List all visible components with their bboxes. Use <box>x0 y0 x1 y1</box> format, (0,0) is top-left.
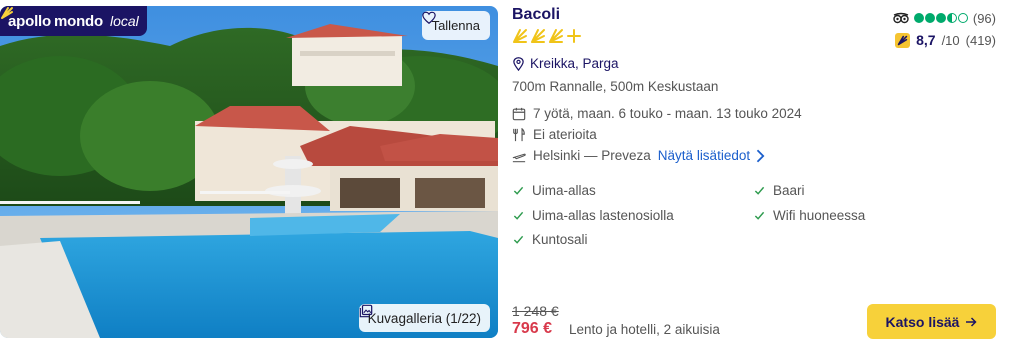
chevron-right-icon <box>756 149 765 162</box>
show-details-label: Näytä lisätiedot <box>657 148 751 163</box>
amenity-item: Kuntosali <box>513 232 588 247</box>
bubble-full-icon <box>913 13 924 23</box>
cutlery-icon <box>513 127 525 141</box>
trip-flight: Helsinki — Preveza Näytä lisätiedot <box>512 148 767 163</box>
check-icon <box>513 235 524 244</box>
calendar-icon <box>512 107 526 120</box>
check-icon <box>513 211 524 220</box>
check-icon <box>754 211 765 220</box>
bubble-full-icon <box>935 13 946 23</box>
trip-dates-label: 7 yötä, maan. 6 touko - maan. 13 touko 2… <box>533 106 802 121</box>
hotel-location: Kreikka, Parga <box>512 56 619 71</box>
apollo-sun-logo-icon <box>1 7 13 19</box>
guest-score-scale: /10 <box>941 32 960 48</box>
amenity-item: Uima-allas <box>513 183 596 198</box>
guest-score-value: 8,7 <box>916 32 936 48</box>
check-icon <box>754 186 765 195</box>
arrow-right-icon <box>966 316 978 327</box>
brand-badge: apollo mondo local <box>0 6 147 36</box>
brand-local: local <box>109 13 139 29</box>
trip-dates: 7 yötä, maan. 6 touko - maan. 13 touko 2… <box>512 106 802 121</box>
hotel-location-label: Kreikka, Parga <box>530 56 619 71</box>
tripadvisor-rating[interactable]: (96) <box>893 9 996 27</box>
apollo-score-icon <box>895 32 911 48</box>
check-icon <box>513 186 524 195</box>
tripadvisor-count: (96) <box>972 10 996 26</box>
amenity-label: Kuntosali <box>532 232 588 247</box>
tripadvisor-bubbles <box>913 13 968 23</box>
see-more-label: Katso lisää <box>885 313 960 330</box>
bubble-empty-icon <box>957 13 968 23</box>
brand-mondo: mondo <box>53 12 103 30</box>
current-price: 796 € <box>512 320 553 337</box>
hotel-photo-image <box>0 6 498 338</box>
gallery-icon <box>359 304 372 318</box>
star-icon <box>549 29 563 43</box>
save-button[interactable]: Tallenna <box>421 11 490 40</box>
trip-flight-label: Helsinki — Preveza <box>533 148 651 163</box>
amenity-label: Baari <box>773 183 805 198</box>
save-button-label: Tallenna <box>431 18 480 33</box>
hotel-card: apollo mondo local Tallenna Kuvagalleria… <box>0 0 1024 363</box>
plane-icon <box>512 153 526 162</box>
heart-icon <box>421 11 436 25</box>
bubble-half-icon <box>946 13 957 23</box>
tripadvisor-owl-icon <box>893 12 909 24</box>
hotel-photo[interactable]: apollo mondo local Tallenna Kuvagalleria… <box>0 6 498 338</box>
location-pin-icon <box>513 56 524 71</box>
gallery-button[interactable]: Kuvagalleria (1/22) <box>358 304 490 332</box>
brand-apollo: apollo <box>8 12 51 30</box>
amenity-item: Uima-allas lastenosiolla <box>513 208 674 223</box>
guest-score[interactable]: 8,7 /10 (419) <box>893 31 996 49</box>
hotel-distances: 700m Rannalle, 500m Keskustaan <box>512 79 719 94</box>
star-icon <box>531 29 545 43</box>
amenity-item: Wifi huoneessa <box>754 208 865 223</box>
trip-meals: Ei aterioita <box>512 127 597 142</box>
old-price: 1 248 € <box>512 303 559 319</box>
ratings: (96) 8,7 /10 (419) <box>893 9 996 49</box>
star-rating <box>512 28 582 44</box>
show-details-link[interactable]: Näytä lisätiedot <box>658 148 767 163</box>
amenity-label: Wifi huoneessa <box>773 208 866 223</box>
guest-score-count: (419) <box>965 32 996 48</box>
amenity-label: Uima-allas lastenosiolla <box>532 208 674 223</box>
gallery-button-label: Kuvagalleria (1/22) <box>367 310 481 326</box>
hotel-name[interactable]: Bacoli <box>512 6 560 24</box>
plus-half-star-icon <box>567 29 581 43</box>
bubble-full-icon <box>924 13 935 23</box>
trip-meals-label: Ei aterioita <box>533 127 597 142</box>
amenity-item: Baari <box>754 183 805 198</box>
price-description: Lento ja hotelli, 2 aikuisia <box>569 322 720 337</box>
see-more-button[interactable]: Katso lisää <box>867 304 996 339</box>
star-icon <box>513 29 527 43</box>
amenity-label: Uima-allas <box>532 183 596 198</box>
